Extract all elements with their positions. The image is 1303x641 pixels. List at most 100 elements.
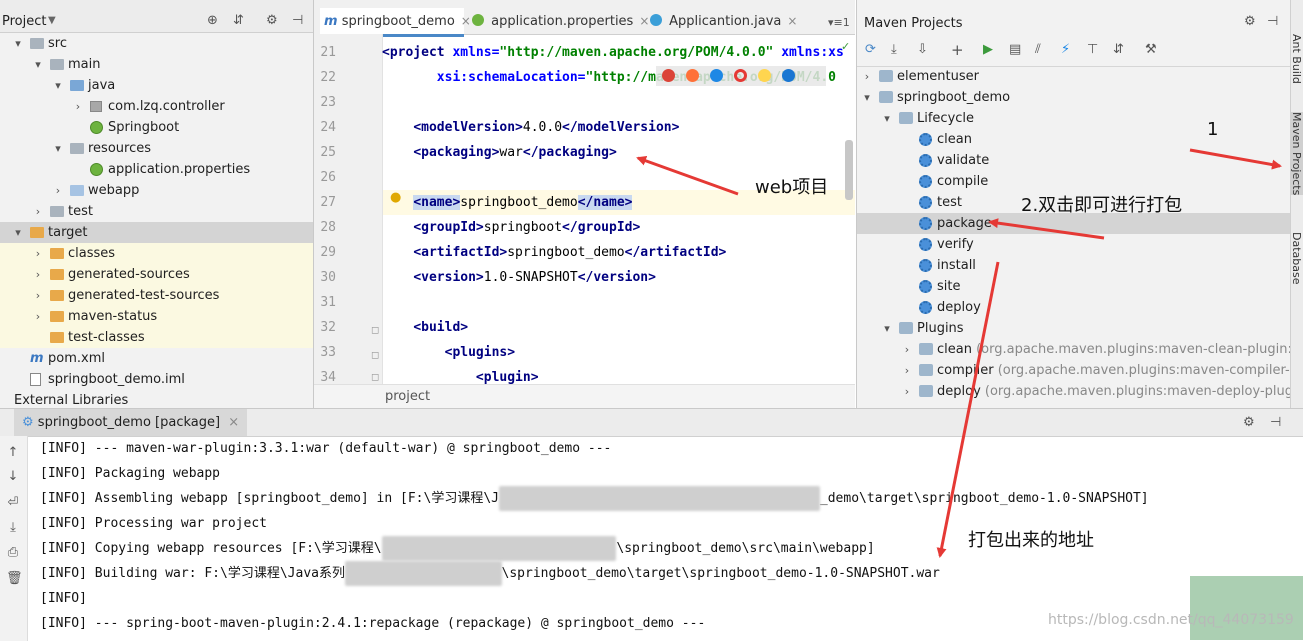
maven-tree-item[interactable]: clean bbox=[857, 129, 1291, 150]
target-icon[interactable]: ⊕ bbox=[207, 13, 218, 28]
chevron-right-icon[interactable]: › bbox=[32, 306, 44, 327]
chevron-down-icon[interactable]: ▾ bbox=[12, 222, 24, 243]
soft-wrap-icon[interactable]: ⏎ bbox=[6, 496, 20, 510]
maven-tree-item[interactable]: ▾ Plugins bbox=[857, 318, 1291, 339]
generate-sources-icon[interactable]: ⤓ bbox=[891, 42, 897, 57]
code-line[interactable]: <version>1.0-SNAPSHOT</version> bbox=[382, 265, 656, 290]
fold-marker-icon[interactable]: ◻ bbox=[371, 372, 379, 383]
project-tree-item[interactable]: ▾ main bbox=[0, 54, 313, 75]
breadcrumb[interactable]: project bbox=[385, 389, 430, 404]
maven-tree-item[interactable]: install bbox=[857, 255, 1291, 276]
settings-gear-icon[interactable]: ⚙ bbox=[266, 13, 278, 28]
chevron-down-icon[interactable]: ▾ bbox=[52, 75, 64, 96]
project-view-dropdown-icon[interactable]: ▼ bbox=[48, 15, 56, 26]
ant-build-tab[interactable]: Ant Build bbox=[1290, 34, 1303, 84]
project-tree-item[interactable]: ▾ target bbox=[0, 222, 313, 243]
hide-panel-icon[interactable]: ⊣ bbox=[292, 13, 303, 28]
fold-marker-icon[interactable]: ◻ bbox=[371, 350, 379, 361]
chevron-right-icon[interactable]: › bbox=[32, 201, 44, 222]
tab-applicantion-java[interactable]: Applicantion.java × bbox=[650, 8, 797, 34]
add-icon[interactable]: + bbox=[951, 41, 964, 59]
maven-tree-item[interactable]: › elementuser bbox=[857, 66, 1291, 87]
chevron-right-icon[interactable]: › bbox=[32, 285, 44, 306]
project-tree-item[interactable]: m pom.xml bbox=[0, 348, 313, 369]
maven-tree-item[interactable]: compile bbox=[857, 171, 1291, 192]
project-tree-item[interactable]: test-classes bbox=[0, 327, 313, 348]
chevron-right-icon[interactable]: › bbox=[901, 381, 913, 402]
chevron-down-icon[interactable]: ▾ bbox=[52, 138, 64, 159]
chevron-down-icon[interactable]: ▾ bbox=[881, 318, 893, 339]
maven-tree-item[interactable]: › clean (org.apache.maven.plugins:maven-c… bbox=[857, 339, 1291, 360]
close-icon[interactable]: × bbox=[787, 14, 797, 28]
firefox-icon[interactable] bbox=[686, 69, 699, 82]
inspection-ok-icon[interactable]: ✓ bbox=[841, 40, 850, 53]
skip-tests-icon[interactable]: ⚡ bbox=[1061, 42, 1070, 57]
project-tree-item[interactable]: application.properties bbox=[0, 159, 313, 180]
maven-tree-item[interactable]: › deploy (org.apache.maven.plugins:maven-… bbox=[857, 381, 1291, 402]
chevron-right-icon[interactable]: › bbox=[861, 66, 873, 87]
project-tree-item[interactable]: › generated-sources bbox=[0, 264, 313, 285]
trash-icon[interactable]: 🗑 bbox=[6, 572, 23, 586]
toggle-offline-icon[interactable]: ⫽ bbox=[1035, 42, 1041, 57]
maven-tree-item[interactable]: validate bbox=[857, 150, 1291, 171]
chevron-down-icon[interactable]: ▾ bbox=[32, 54, 44, 75]
project-tree-item[interactable]: ▾ java bbox=[0, 75, 313, 96]
project-tree-item[interactable]: springboot_demo.iml bbox=[0, 369, 313, 390]
project-tree-item[interactable]: ▾ src bbox=[0, 33, 313, 54]
close-icon[interactable]: × bbox=[228, 415, 239, 430]
opera-icon[interactable] bbox=[734, 69, 747, 82]
editor-scrollbar[interactable] bbox=[845, 140, 853, 200]
code-line[interactable]: <modelVersion>4.0.0</modelVersion> bbox=[382, 115, 679, 140]
lightbulb-icon[interactable]: ● bbox=[390, 190, 401, 205]
project-tree-item[interactable]: › com.lzq.controller bbox=[0, 96, 313, 117]
safari-icon[interactable] bbox=[710, 69, 723, 82]
chevron-right-icon[interactable]: › bbox=[52, 180, 64, 201]
chrome-icon[interactable] bbox=[662, 69, 675, 82]
project-tree-item[interactable]: › maven-status bbox=[0, 306, 313, 327]
code-line[interactable]: <name>springboot_demo</name> bbox=[382, 190, 633, 215]
project-tree-item[interactable]: › webapp bbox=[0, 180, 313, 201]
maven-tree-item[interactable]: › compiler (org.apache.maven.plugins:mave… bbox=[857, 360, 1291, 381]
run-tab[interactable]: ⚙ springboot_demo [package] × bbox=[14, 409, 248, 436]
scroll-up-icon[interactable]: ↑ bbox=[6, 446, 20, 460]
tab-application-properties[interactable]: application.properties × bbox=[472, 8, 649, 34]
close-icon[interactable]: × bbox=[461, 14, 471, 28]
settings-gear-icon[interactable]: ⚙ bbox=[1243, 415, 1255, 430]
wrench-icon[interactable]: ⚒ bbox=[1145, 42, 1157, 57]
project-tree-item[interactable]: Springboot bbox=[0, 117, 313, 138]
chevron-down-icon[interactable]: ▾ bbox=[861, 87, 873, 108]
project-tree-item[interactable]: ▾ resources bbox=[0, 138, 313, 159]
code-line[interactable]: <groupId>springboot</groupId> bbox=[382, 215, 640, 240]
maven-projects-tab[interactable]: Maven Projects bbox=[1290, 112, 1303, 196]
collapse-icon[interactable]: ⇵ bbox=[233, 13, 244, 28]
code-line[interactable]: <artifactId>springboot_demo</artifactId> bbox=[382, 240, 726, 265]
project-panel-title[interactable]: Project bbox=[2, 14, 46, 29]
edge-icon[interactable] bbox=[782, 69, 795, 82]
print-icon[interactable]: ⎙ bbox=[6, 546, 20, 560]
chevron-right-icon[interactable]: › bbox=[32, 243, 44, 264]
code-line[interactable]: <packaging>war</packaging> bbox=[382, 140, 617, 165]
project-tree-item[interactable]: External Libraries bbox=[0, 390, 313, 408]
fold-marker-icon[interactable]: ◻ bbox=[371, 325, 379, 336]
chevron-down-icon[interactable]: ▾ bbox=[881, 108, 893, 129]
show-dependencies-icon[interactable]: ⊤ bbox=[1087, 42, 1098, 57]
scroll-to-end-icon[interactable]: ⤓ bbox=[6, 521, 20, 535]
collapse-all-icon[interactable]: ⇵ bbox=[1113, 42, 1124, 57]
chevron-right-icon[interactable]: › bbox=[32, 264, 44, 285]
code-line[interactable]: <build> bbox=[382, 315, 468, 340]
maven-tree-item[interactable]: verify bbox=[857, 234, 1291, 255]
tab-overflow-menu[interactable]: ▾≡1 bbox=[828, 16, 850, 29]
hide-panel-icon[interactable]: ⊣ bbox=[1267, 14, 1278, 29]
maven-tree-item[interactable]: deploy bbox=[857, 297, 1291, 318]
close-icon[interactable]: × bbox=[639, 14, 649, 28]
chevron-right-icon[interactable]: › bbox=[72, 96, 84, 117]
reimport-icon[interactable]: ⟳ bbox=[865, 42, 876, 57]
database-tab[interactable]: Database bbox=[1290, 232, 1303, 285]
settings-gear-icon[interactable]: ⚙ bbox=[1244, 14, 1256, 29]
code-line[interactable]: <plugins> bbox=[382, 340, 515, 365]
maven-tree-item[interactable]: ▾ springboot_demo bbox=[857, 87, 1291, 108]
project-tree-item[interactable]: › generated-test-sources bbox=[0, 285, 313, 306]
execute-goal-icon[interactable]: ▤ bbox=[1009, 42, 1021, 57]
project-tree-item[interactable]: › classes bbox=[0, 243, 313, 264]
ie-icon[interactable] bbox=[758, 69, 771, 82]
